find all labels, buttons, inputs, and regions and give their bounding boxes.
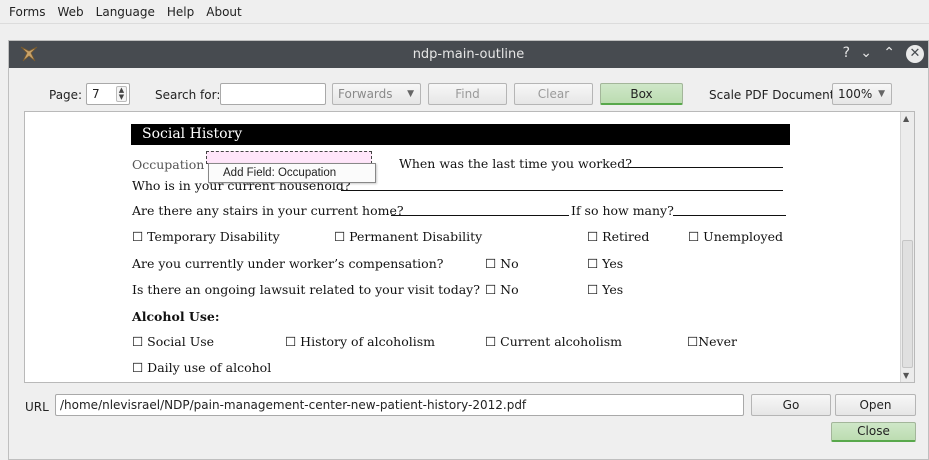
scroll-thumb[interactable] [902,240,913,368]
checkbox-retired[interactable]: ☐ Retired [587,229,649,244]
spin-arrows-icon[interactable]: ▲ ▼ [116,86,127,102]
checkbox-lawsuit-no[interactable]: ☐ No [485,282,519,297]
open-button[interactable]: Open [835,394,916,416]
page-label: Page: [49,88,83,102]
stairs-blank[interactable] [391,206,569,216]
menu-language[interactable]: Language [90,5,161,19]
menu-separator [0,23,929,24]
pdf-page[interactable]: Social History Occupation When was the l… [25,112,901,382]
search-input[interactable] [220,83,326,105]
menu-about[interactable]: About [200,5,247,19]
scroll-down-icon[interactable]: ▼ [903,371,909,380]
scale-label: Scale PDF Document: [709,88,839,102]
checkbox-workers-comp-no[interactable]: ☐ No [485,256,519,271]
chevron-down-icon: ▼ [878,89,885,99]
pdf-window: ndp-main-outline ? ⌄ ⌃ ✕ Page: 7 ▲ ▼ Sear… [8,40,929,460]
how-many-label: If so how many? [571,203,674,218]
menu-help[interactable]: Help [161,5,200,19]
menu-bar: Forms Web Language Help About [0,0,929,24]
scroll-up-icon[interactable]: ▲ [903,114,909,123]
checkbox-current-alcoholism[interactable]: ☐ Current alcoholism [485,334,622,349]
title-bar[interactable]: ndp-main-outline ? ⌄ ⌃ ✕ [9,41,928,68]
checkbox-temporary-disability[interactable]: ☐ Temporary Disability [132,229,280,244]
close-button[interactable]: Close [831,422,916,442]
box-button[interactable]: Box [600,83,683,105]
direction-value: Forwards [338,87,393,101]
toolbar: Page: 7 ▲ ▼ Search for: Forwards ▼ Find C… [9,80,928,108]
checkbox-unemployed[interactable]: ☐ Unemployed [688,229,783,244]
workers-comp-label: Are you currently under worker’s compens… [132,256,444,271]
help-icon[interactable]: ? [843,45,850,61]
section-title: Social History [131,124,790,145]
checkbox-history-alcoholism[interactable]: ☐ History of alcoholism [285,334,435,349]
scale-select[interactable]: 100% ▼ [832,83,892,105]
minimize-icon[interactable]: ⌄ [860,45,872,61]
occupation-label: Occupation [132,157,205,172]
how-many-blank[interactable] [673,206,786,216]
stairs-label: Are there any stairs in your current hom… [132,203,404,218]
window-title: ndp-main-outline [412,47,525,62]
search-label: Search for: [155,88,221,102]
checkbox-workers-comp-yes[interactable]: ☐ Yes [587,256,623,271]
vertical-scrollbar[interactable]: ▲ ▼ [900,112,914,382]
checkbox-permanent-disability[interactable]: ☐ Permanent Disability [334,229,482,244]
page-value: 7 [92,87,100,101]
close-window-icon[interactable]: ✕ [906,45,924,63]
lawsuit-label: Is there an ongoing lawsuit related to y… [132,282,480,297]
checkbox-never[interactable]: ☐Never [687,334,737,349]
checkbox-lawsuit-yes[interactable]: ☐ Yes [587,282,623,297]
menu-forms[interactable]: Forms [3,5,51,19]
pdf-viewport[interactable]: Social History Occupation When was the l… [24,111,915,383]
alcohol-heading: Alcohol Use: [132,309,220,324]
find-button[interactable]: Find [428,83,507,105]
go-button[interactable]: Go [751,394,831,416]
checkbox-social-use[interactable]: ☐ Social Use [132,334,214,349]
direction-select[interactable]: Forwards ▼ [332,83,421,105]
page-spinbox[interactable]: 7 ▲ ▼ [86,83,130,105]
add-field-tooltip[interactable]: Add Field: Occupation [208,163,376,183]
menu-web[interactable]: Web [51,5,89,19]
maximize-icon[interactable]: ⌃ [883,45,895,61]
url-label: URL [25,400,49,414]
last-worked-blank[interactable] [623,158,783,168]
clear-button[interactable]: Clear [514,83,593,105]
last-worked-label: When was the last time you worked? [399,156,632,171]
url-input[interactable]: /home/nlevisrael/NDP/pain-management-cen… [55,394,744,416]
scale-value: 100% [838,87,873,101]
checkbox-daily-use[interactable]: ☐ Daily use of alcohol [132,360,271,375]
chevron-down-icon: ▼ [407,89,414,99]
household-blank[interactable] [341,181,783,191]
